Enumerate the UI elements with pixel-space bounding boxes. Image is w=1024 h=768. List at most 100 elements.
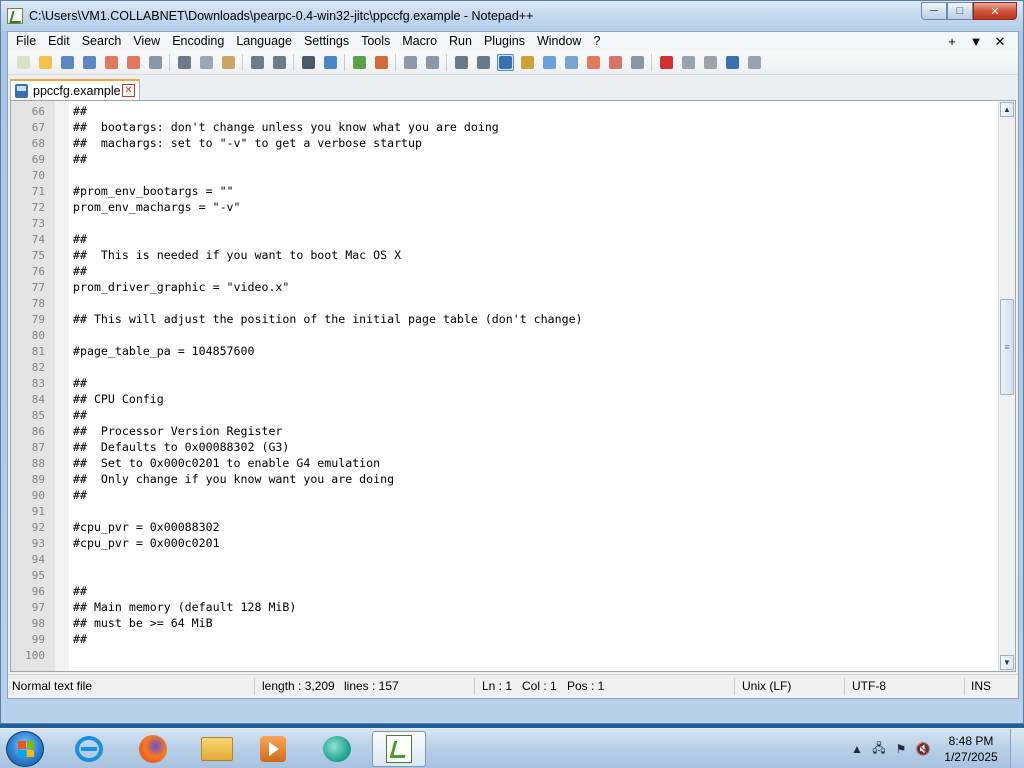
close-button[interactable]: ✕ (973, 2, 1017, 20)
code-line[interactable]: 68 ## machargs: set to "-v" to get a verb… (11, 135, 422, 151)
code-line[interactable]: 71 #prom_env_bootargs = "" (11, 183, 234, 199)
run-macro-multiple-icon[interactable] (724, 54, 741, 71)
menu-settings[interactable]: Settings (298, 32, 355, 51)
code-line[interactable]: 89 ## Only change if you know want you ar… (11, 471, 394, 487)
code-line[interactable]: 87 ## Defaults to 0x00088302 (G3) (11, 439, 290, 455)
vertical-scrollbar[interactable]: ▲ ≡ ▼ (998, 101, 1015, 671)
code-line[interactable]: 78 (11, 295, 45, 311)
taskbar-button[interactable] (190, 731, 244, 767)
network-icon[interactable]: 🖧 (868, 739, 890, 760)
code-line[interactable]: 94 (11, 551, 45, 567)
word-wrap-icon[interactable] (453, 54, 470, 71)
action-center-flag-icon[interactable]: ⚑ (890, 742, 912, 756)
open-file-icon[interactable] (37, 54, 54, 71)
code-line[interactable]: 80 (11, 327, 45, 343)
minimize-button[interactable]: ─ (921, 2, 947, 20)
menu-plugins[interactable]: Plugins (478, 32, 531, 51)
undo-icon[interactable] (249, 54, 266, 71)
code-line[interactable]: 98 ## must be >= 64 MiB (11, 615, 213, 631)
replace-icon[interactable] (322, 54, 339, 71)
code-line[interactable]: 67 ## bootargs: don't change unless you k… (11, 119, 499, 135)
close-file-icon[interactable] (103, 54, 120, 71)
menu-file[interactable]: File (8, 32, 42, 51)
menu-search[interactable]: Search (76, 32, 128, 51)
fold-margin[interactable] (55, 101, 69, 671)
doc-map-icon[interactable] (541, 54, 558, 71)
code-line[interactable]: 79 ## This will adjust the position of th… (11, 311, 583, 327)
function-list-icon[interactable] (563, 54, 580, 71)
code-line[interactable]: 75 ## This is needed if you want to boot … (11, 247, 401, 263)
code-line[interactable]: 76 ## (11, 263, 87, 279)
code-line[interactable]: 90 ## (11, 487, 87, 503)
code-line[interactable]: 83 ## (11, 375, 87, 391)
copy-icon[interactable] (198, 54, 215, 71)
notepad-plus-plus-icon[interactable] (7, 8, 23, 24)
clock[interactable]: 8:48 PM 1/27/2025 (938, 733, 1004, 765)
code-line[interactable]: 70 (11, 167, 45, 183)
taskbar-button[interactable] (62, 731, 116, 767)
taskbar-button[interactable] (310, 731, 364, 767)
title-bar[interactable]: C:\Users\VM1.COLLABNET\Downloads\pearpc-… (1, 1, 1023, 31)
menu-run[interactable]: Run (443, 32, 478, 51)
status-encoding[interactable]: UTF-8 (852, 679, 886, 693)
doc-switcher-icon[interactable] (607, 54, 624, 71)
save-icon[interactable] (59, 54, 76, 71)
code-line[interactable]: 73 (11, 215, 45, 231)
status-insert-mode[interactable]: INS (971, 679, 991, 693)
play-macro-icon[interactable] (702, 54, 719, 71)
maximize-button[interactable]: □ (947, 2, 973, 20)
code-line[interactable]: 96 ## (11, 583, 87, 599)
sync-vertical-icon[interactable] (402, 54, 419, 71)
show-all-chars-icon[interactable] (475, 54, 492, 71)
zoom-in-icon[interactable] (351, 54, 368, 71)
code-line[interactable]: 97 ## Main memory (default 128 MiB) (11, 599, 297, 615)
status-eol[interactable]: Unix (LF) (742, 679, 791, 693)
show-desktop-button[interactable] (1010, 729, 1024, 768)
taskbar-button[interactable] (246, 731, 300, 767)
menu-encoding[interactable]: Encoding (166, 32, 230, 51)
editor-area[interactable]: 66 ## 67 ## bootargs: don't change unless y… (10, 100, 1016, 672)
code-line[interactable]: 85 ## (11, 407, 87, 423)
tab-ppccfg-example[interactable]: ppccfg.example ✕ (10, 79, 140, 101)
redo-icon[interactable] (271, 54, 288, 71)
print-icon[interactable] (147, 54, 164, 71)
start-button[interactable] (6, 731, 44, 767)
save-all-icon[interactable] (81, 54, 98, 71)
tab-list-dropdown-icon[interactable]: ▼ (964, 32, 988, 51)
taskbar-button[interactable] (126, 731, 180, 767)
code-line[interactable]: 92 #cpu_pvr = 0x00088302 (11, 519, 220, 535)
volume-muted-icon[interactable]: 🔇 (912, 742, 934, 756)
scroll-down-icon[interactable]: ▼ (1000, 655, 1014, 670)
menu-macro[interactable]: Macro (396, 32, 443, 51)
cut-icon[interactable] (176, 54, 193, 71)
stop-macro-icon[interactable] (680, 54, 697, 71)
code-line[interactable]: 74 ## (11, 231, 87, 247)
code-line[interactable]: 95 (11, 567, 45, 583)
taskbar-button[interactable] (372, 731, 426, 767)
menu-edit[interactable]: Edit (42, 32, 76, 51)
menu-help[interactable]: ? (587, 32, 606, 51)
code-line[interactable]: 88 ## Set to 0x000c0201 to enable G4 emul… (11, 455, 380, 471)
code-line[interactable]: 91 (11, 503, 45, 519)
user-language-icon[interactable] (519, 54, 536, 71)
code-line[interactable]: 100 (11, 647, 45, 663)
close-all-icon[interactable] (125, 54, 142, 71)
menu-view[interactable]: View (127, 32, 166, 51)
code-line[interactable]: 84 ## CPU Config (11, 391, 164, 407)
zoom-out-icon[interactable] (373, 54, 390, 71)
menu-window[interactable]: Window (531, 32, 587, 51)
code-line[interactable]: 66 ## (11, 103, 87, 119)
code-line[interactable]: 72 prom_env_machargs = "-v" (11, 199, 241, 215)
code-line[interactable]: 86 ## Processor Version Register (11, 423, 283, 439)
scroll-up-icon[interactable]: ▲ (1000, 102, 1014, 117)
code-line[interactable]: 93 #cpu_pvr = 0x000c0201 (11, 535, 220, 551)
folder-workspace-icon[interactable] (585, 54, 602, 71)
record-macro-icon[interactable] (658, 54, 675, 71)
sync-horizontal-icon[interactable] (424, 54, 441, 71)
scroll-thumb[interactable]: ≡ (1000, 299, 1014, 395)
code-line[interactable]: 99 ## (11, 631, 87, 647)
save-macro-icon[interactable] (746, 54, 763, 71)
code-line[interactable]: 82 (11, 359, 45, 375)
code-line[interactable]: 81 #page_table_pa = 104857600 (11, 343, 255, 359)
tab-close-icon[interactable]: ✕ (122, 84, 135, 97)
